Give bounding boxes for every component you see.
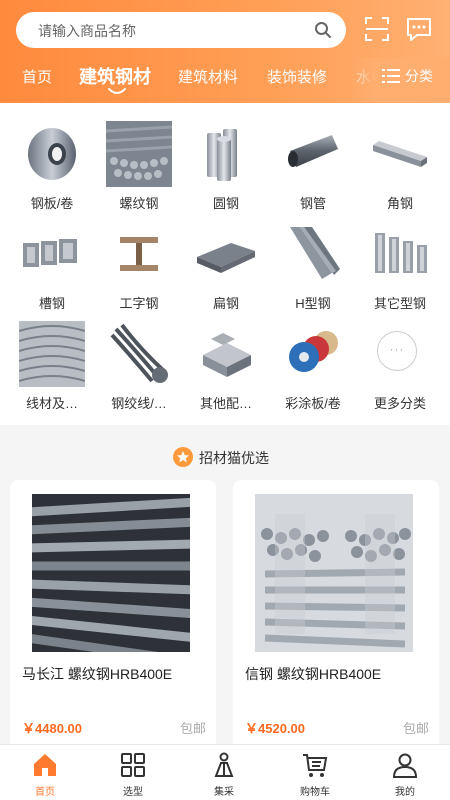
- category-steel-coil[interactable]: 钢板/卷: [7, 113, 97, 213]
- category-accessories[interactable]: 其他配…: [181, 313, 271, 413]
- category-list-icon[interactable]: [382, 68, 400, 84]
- nav-profile[interactable]: 我的: [360, 745, 450, 800]
- i-beam-icon: [120, 237, 158, 271]
- category-wire-rod[interactable]: 线材及…: [7, 313, 97, 413]
- scan-icon[interactable]: [364, 16, 390, 42]
- category-h-beam[interactable]: H型钢: [268, 213, 358, 313]
- message-icon[interactable]: [405, 16, 433, 42]
- tab-fade: [352, 58, 450, 102]
- bottom-nav: 首页 选型 集采 购物车 我的: [0, 744, 450, 800]
- active-tab-indicator: [108, 88, 126, 94]
- category-rebar[interactable]: 螺纹钢: [94, 113, 184, 213]
- category-more[interactable]: ··· 更多分类: [355, 313, 445, 413]
- category-flat-steel[interactable]: 扁钢: [181, 213, 271, 313]
- rebar-bundle-icon: [106, 121, 172, 187]
- steel-pipe-icon: [288, 135, 338, 167]
- round-bar-icon: [207, 129, 237, 181]
- h-beam-icon: [290, 227, 340, 279]
- section-header: 招材猫优选: [0, 440, 450, 474]
- steel-coil-icon: [28, 128, 76, 180]
- cart-icon: [303, 754, 328, 777]
- category-other-profiles[interactable]: 其它型钢: [355, 213, 445, 313]
- angle-steel-icon: [373, 141, 427, 167]
- product-image: [32, 494, 190, 652]
- product-card[interactable]: 信钢 螺纹钢HRB400E ￥4520.00 包邮: [233, 480, 439, 750]
- search-bar[interactable]: 请输入商品名称: [16, 12, 346, 48]
- user-icon: [392, 753, 418, 778]
- search-icon[interactable]: [314, 21, 332, 39]
- home-icon: [34, 754, 56, 776]
- tab-building-steel[interactable]: 建筑钢材: [79, 63, 151, 89]
- nav-selection[interactable]: 选型: [88, 745, 178, 800]
- category-strand[interactable]: 钢绞线/…: [94, 313, 184, 413]
- category-round-bar[interactable]: 圆钢: [181, 113, 271, 213]
- category-angle-steel[interactable]: 角钢: [355, 113, 445, 213]
- category-tabs: 首页 建筑钢材 建筑材料 装饰装修 水电 分类: [0, 58, 450, 102]
- bulk-icon: [214, 752, 234, 777]
- product-price: ￥4520.00: [245, 721, 305, 736]
- category-grid: 钢板/卷 螺纹钢 圆钢 钢管 角钢 槽钢 工字钢 扁钢 H型钢 其它型钢 线材及…: [0, 103, 450, 425]
- color-coil-icon: [289, 331, 338, 372]
- shipping-label: 包邮: [402, 721, 429, 736]
- tab-home[interactable]: 首页: [22, 66, 52, 87]
- category-i-beam[interactable]: 工字钢: [94, 213, 184, 313]
- other-profile-icon: [375, 233, 427, 273]
- product-price: ￥4480.00: [22, 721, 82, 736]
- tab-building-materials[interactable]: 建筑材料: [178, 66, 238, 87]
- nav-home[interactable]: 首页: [0, 745, 90, 800]
- grid-icon: [121, 753, 145, 777]
- category-color-coil[interactable]: 彩涂板/卷: [268, 313, 358, 413]
- strand-icon: [110, 323, 168, 383]
- shipping-label: 包邮: [179, 721, 206, 736]
- product-name: 马长江 螺纹钢HRB400E: [22, 666, 173, 682]
- search-input[interactable]: 请输入商品名称: [38, 21, 136, 41]
- more-dots-icon: ···: [377, 331, 417, 371]
- channel-steel-icon: [23, 239, 77, 267]
- nav-cart[interactable]: 购物车: [270, 745, 360, 800]
- section-title: 招材猫优选: [199, 450, 269, 466]
- category-steel-pipe[interactable]: 钢管: [268, 113, 358, 213]
- category-button[interactable]: 分类: [405, 66, 433, 86]
- wire-rod-icon: [19, 321, 85, 387]
- tab-decoration[interactable]: 装饰装修: [267, 66, 327, 87]
- product-image: [255, 494, 413, 652]
- header: 请输入商品名称 首页 建筑钢材 建筑材料 装饰装修 水电 分类: [0, 0, 450, 103]
- category-channel-steel[interactable]: 槽钢: [7, 213, 97, 313]
- product-name: 信钢 螺纹钢HRB400E: [245, 666, 382, 682]
- accessories-icon: [203, 333, 251, 377]
- flat-steel-icon: [197, 243, 255, 273]
- nav-bulk-purchase[interactable]: 集采: [179, 745, 269, 800]
- star-icon: [173, 447, 193, 467]
- product-card[interactable]: 马长江 螺纹钢HRB400E ￥4480.00 包邮: [10, 480, 216, 750]
